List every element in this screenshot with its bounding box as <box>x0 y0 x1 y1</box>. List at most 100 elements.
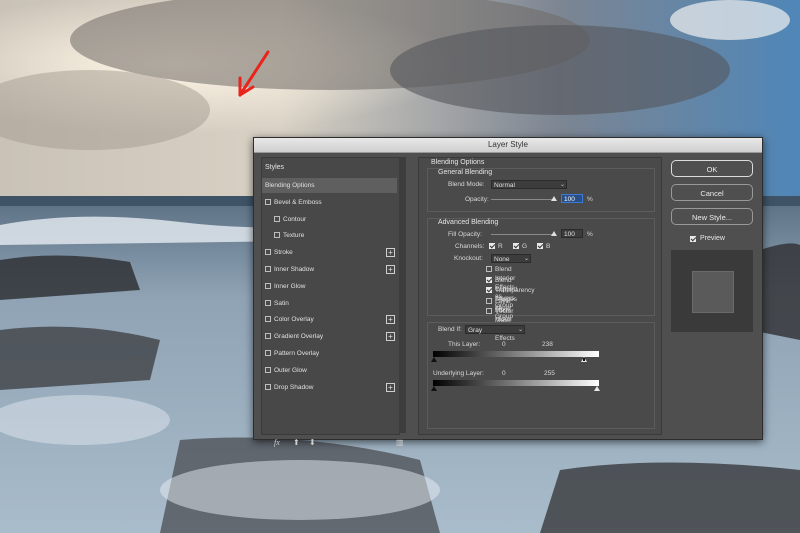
styles-panel-footer: fx ⬆ ⬇ ▥ <box>269 436 406 452</box>
underlying-high-value: 255 <box>544 370 555 377</box>
style-checkbox[interactable] <box>265 383 271 390</box>
advanced-blending-title: Advanced Blending <box>438 219 499 226</box>
style-item-label: Pattern Overlay <box>274 350 320 357</box>
add-style-plus-icon[interactable]: + <box>386 265 395 274</box>
opacity-slider-track[interactable] <box>491 199 555 200</box>
trash-icon[interactable]: ▥ <box>396 438 404 447</box>
style-preview-swatch <box>692 271 734 313</box>
style-item-label: Texture <box>283 232 305 240</box>
fill-opacity-field[interactable]: 100 <box>561 229 583 238</box>
styles-header[interactable]: Styles <box>265 164 284 171</box>
blend-if-dropdown[interactable]: Gray ⌄ <box>465 325 525 334</box>
opacity-slider-thumb[interactable] <box>551 196 557 201</box>
this-layer-low-value: 0 <box>502 341 506 348</box>
blend-if-value: Gray <box>468 327 483 334</box>
style-checkbox[interactable] <box>265 282 271 289</box>
cancel-button[interactable]: Cancel <box>671 184 753 201</box>
style-checkbox[interactable] <box>265 198 271 205</box>
option-checkbox <box>486 276 492 283</box>
add-style-plus-icon[interactable]: + <box>386 315 395 325</box>
style-checkbox[interactable] <box>265 299 271 306</box>
styles-panel: Styles Blending Options Bevel & Emboss Con… <box>261 157 404 447</box>
blending-options-panel: Blending Options General Blending Blend … <box>418 157 662 435</box>
style-item-label: Satin <box>274 299 289 307</box>
option-checkbox <box>486 266 492 272</box>
blend-if-group: Blend If: Gray ⌄ This Layer: 0 238 Under… <box>427 322 655 429</box>
dialog-title: Layer Style <box>254 138 762 153</box>
style-checkbox[interactable] <box>265 366 271 373</box>
blend-mode-label: Blend Mode: <box>448 181 485 188</box>
style-checkbox[interactable] <box>274 215 280 222</box>
style-item-satin[interactable]: Satin <box>262 296 397 311</box>
style-item-label: Inner Glow <box>274 282 306 290</box>
blend-if-label: Blend If: <box>438 326 462 333</box>
style-item-label: Drop Shadow <box>274 383 314 391</box>
fill-opacity-percent: % <box>587 231 593 238</box>
add-style-plus-icon[interactable]: + <box>386 248 395 258</box>
channels-label: Channels: <box>455 243 485 250</box>
style-checkbox[interactable] <box>265 350 271 356</box>
blend-mode-value: Normal <box>494 182 515 189</box>
general-blending-title: General Blending <box>438 169 493 176</box>
style-item-color-overlay[interactable]: Color Overlay + <box>262 312 397 327</box>
style-item-inner-shadow[interactable]: Inner Shadow + <box>262 262 397 277</box>
new-style-button[interactable]: New Style... <box>671 208 753 225</box>
knockout-value: None <box>494 256 510 263</box>
fill-opacity-slider-thumb[interactable] <box>551 231 557 236</box>
this-layer-black-slider[interactable] <box>431 357 437 362</box>
knockout-dropdown[interactable]: None ⌄ <box>491 254 531 263</box>
this-layer-label: This Layer: <box>448 341 481 348</box>
underlying-layer-label: Underlying Layer: <box>433 370 484 377</box>
this-layer-high-value: 238 <box>542 341 553 348</box>
knockout-label: Knockout: <box>454 255 483 262</box>
blend-mode-dropdown[interactable]: Normal ⌄ <box>491 180 567 189</box>
add-style-plus-icon[interactable]: + <box>386 332 395 342</box>
chevron-down-icon: ⌄ <box>517 327 523 333</box>
underlying-low-value: 0 <box>502 370 506 377</box>
style-item-gradient-overlay[interactable]: Gradient Overlay + <box>262 329 397 344</box>
style-item-label: Color Overlay <box>274 316 314 324</box>
style-item-stroke[interactable]: Stroke + <box>262 245 397 260</box>
layer-style-dialog: Layer Style Styles Blending Options Bevel… <box>253 137 763 447</box>
underlying-black-slider[interactable] <box>431 386 437 391</box>
style-item-label: Stroke <box>274 249 293 257</box>
opacity-field[interactable]: 100 <box>561 194 583 203</box>
section-title-blending-options: Blending Options <box>431 159 485 166</box>
style-item-label: Outer Glow <box>274 366 307 374</box>
option-checkbox <box>486 297 492 304</box>
move-up-icon[interactable]: ⬆ <box>293 438 300 447</box>
style-checkbox[interactable] <box>265 266 271 272</box>
opacity-label: Opacity: <box>465 196 489 203</box>
fill-opacity-label: Fill Opacity: <box>448 231 482 238</box>
style-item-bevel-emboss[interactable]: Bevel & Emboss <box>262 195 397 210</box>
style-checkbox[interactable] <box>265 333 271 340</box>
style-item-label: Bevel & Emboss <box>274 198 322 206</box>
styles-scrollbar[interactable] <box>399 157 406 433</box>
advanced-blending-group: Advanced Blending Fill Opacity: 100 % Ch… <box>427 218 655 342</box>
move-down-icon[interactable]: ⬇ <box>309 438 316 447</box>
style-item-outer-glow[interactable]: Outer Glow <box>262 363 397 378</box>
fx-icon[interactable]: fx <box>274 438 280 447</box>
style-item-texture[interactable]: Texture <box>262 228 397 243</box>
this-layer-white-slider[interactable] <box>581 357 587 362</box>
style-item-contour[interactable]: Contour <box>262 212 397 227</box>
style-checkbox[interactable] <box>274 232 280 239</box>
style-checkbox[interactable] <box>265 316 271 323</box>
underlying-white-slider[interactable] <box>594 386 600 391</box>
ok-button[interactable]: OK <box>671 160 753 177</box>
style-item-pattern-overlay[interactable]: Pattern Overlay <box>262 346 397 361</box>
option-checkbox <box>486 287 492 293</box>
underlying-gradient-bar <box>433 380 599 386</box>
style-preview-thumbnail <box>671 250 753 332</box>
style-item-label: Gradient Overlay <box>274 333 324 341</box>
style-checkbox[interactable] <box>265 249 271 256</box>
style-item-label: Blending Options <box>265 182 315 189</box>
option-checkbox <box>486 308 492 314</box>
fill-opacity-slider-track[interactable] <box>491 234 555 235</box>
style-item-drop-shadow[interactable]: Drop Shadow + <box>262 380 397 395</box>
style-item-inner-glow[interactable]: Inner Glow <box>262 279 397 294</box>
style-item-label: Contour <box>283 215 307 223</box>
style-item-blending-options[interactable]: Blending Options <box>262 178 397 193</box>
add-style-plus-icon[interactable]: + <box>386 382 395 392</box>
chevron-down-icon: ⌄ <box>559 182 565 188</box>
